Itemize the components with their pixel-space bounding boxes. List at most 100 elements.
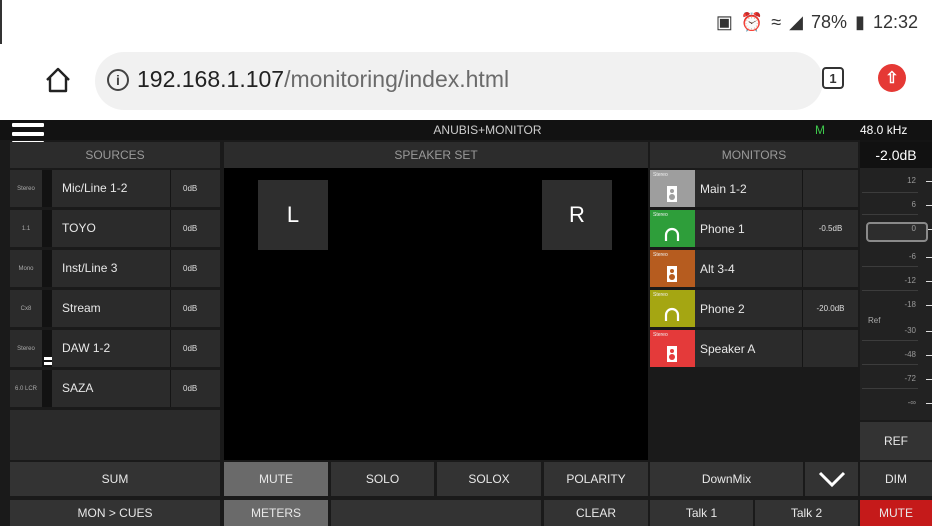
meter-tick: -12 — [904, 276, 916, 285]
monitor-tag: Stereo — [653, 252, 668, 258]
meter-tick: -48 — [904, 350, 916, 359]
battery-icon: ▮ — [855, 12, 865, 32]
source-name: Mic/Line 1-2 — [62, 181, 128, 195]
expand-button[interactable] — [805, 462, 858, 496]
speaker-right-button[interactable]: R — [542, 180, 612, 250]
meter-dash — [926, 379, 932, 380]
main-gain-display: -2.0dB — [860, 142, 932, 168]
source-row[interactable]: Cx8 Stream 0dB — [10, 290, 220, 327]
monitor-row-main[interactable]: Stereo Main 1-2 — [650, 170, 858, 207]
monitor-color-block: Stereo — [650, 290, 695, 327]
url-text[interactable]: 192.168.1.107/monitoring/index.html — [137, 66, 509, 93]
battery-percent: 78% — [811, 12, 848, 32]
monitor-row-phone2[interactable]: Stereo Phone 2 -20.0dB — [650, 290, 858, 327]
clear-button[interactable]: CLEAR — [544, 500, 648, 526]
alarm-icon: ⏰ — [740, 12, 764, 32]
meter-dash — [926, 257, 932, 258]
status-icons: ▣ ⏰ ≈ ◢ 78% ▮ 12:32 — [716, 12, 918, 33]
source-row[interactable]: Stereo Mic/Line 1-2 0dB — [10, 170, 220, 207]
source-fader-track — [42, 250, 52, 287]
source-name: Stream — [62, 301, 101, 315]
sum-button[interactable]: SUM — [10, 462, 220, 496]
monitor-tag: Stereo — [653, 172, 668, 178]
tab-switcher-button[interactable]: 1 — [822, 67, 844, 89]
source-gain[interactable]: 0dB — [170, 370, 220, 407]
source-gain[interactable]: 0dB — [170, 170, 220, 207]
monitor-gain[interactable] — [802, 250, 858, 287]
update-icon[interactable]: ⇧ — [878, 64, 906, 92]
speaker-icon — [667, 346, 677, 362]
meter-line — [862, 364, 918, 365]
monitor-gain[interactable] — [802, 170, 858, 207]
mon-cues-button[interactable]: MON > CUES — [10, 500, 220, 526]
url-path: /monitoring/index.html — [284, 66, 510, 92]
meter-tick: 6 — [911, 200, 916, 209]
meter-line — [862, 290, 918, 291]
browser-toolbar: i 192.168.1.107/monitoring/index.html 1 … — [0, 44, 932, 120]
app-top-bar: ANUBIS+MONITOR M 48.0 kHz — [0, 120, 932, 145]
main-mute-button[interactable]: MUTE — [860, 500, 932, 526]
meter-tick: 12 — [907, 176, 916, 185]
monitor-tag: Stereo — [653, 212, 668, 218]
source-tag: Stereo — [10, 170, 42, 207]
monitor-color-block: Stereo — [650, 250, 695, 287]
source-gain[interactable]: 0dB — [170, 250, 220, 287]
monitor-row-phone1[interactable]: Stereo Phone 1 -0.5dB — [650, 210, 858, 247]
source-tag: Cx8 — [10, 290, 42, 327]
monitor-name: Speaker A — [700, 342, 756, 356]
address-bar[interactable]: i 192.168.1.107/monitoring/index.html — [95, 52, 823, 110]
meter-tick: -30 — [904, 326, 916, 335]
monitors-header: MONITORS — [650, 142, 858, 168]
source-gain[interactable]: 0dB — [170, 210, 220, 247]
level-meter[interactable]: 12 6 0 -6 -12 -18 Ref -30 -48 -72 -∞ — [860, 168, 932, 420]
monitor-tag: Stereo — [653, 292, 668, 298]
wifi-icon: ≈ — [771, 12, 782, 32]
ref-button[interactable]: REF — [860, 422, 932, 460]
solox-button[interactable]: SOLOX — [437, 462, 541, 496]
source-row[interactable]: Mono Inst/Line 3 0dB — [10, 250, 220, 287]
monitor-name: Main 1-2 — [700, 182, 747, 196]
source-tag: 6.0 LCR — [10, 370, 42, 407]
source-tag: 1.1 — [10, 210, 42, 247]
home-icon[interactable] — [44, 66, 72, 94]
meter-tick: -72 — [904, 374, 916, 383]
meters-button[interactable]: METERS — [224, 500, 328, 526]
monitor-row-speaker-a[interactable]: Stereo Speaker A — [650, 330, 858, 367]
monitor-name: Alt 3-4 — [700, 262, 735, 276]
downmix-button[interactable]: DownMix — [650, 462, 803, 496]
source-row[interactable]: 6.0 LCR SAZA 0dB — [10, 370, 220, 407]
meter-ref-mark: Ref — [868, 316, 881, 325]
source-tag: Mono — [10, 250, 42, 287]
meter-dash — [926, 331, 932, 332]
dim-button[interactable]: DIM — [860, 462, 932, 496]
info-icon[interactable]: i — [107, 69, 129, 91]
chevron-down-icon — [818, 471, 845, 487]
status-bar: ▣ ⏰ ≈ ◢ 78% ▮ 12:32 — [0, 0, 932, 110]
meter-tick: -∞ — [907, 398, 916, 407]
polarity-button[interactable]: POLARITY — [544, 462, 648, 496]
source-name: TOYO — [62, 221, 96, 235]
meter-line — [862, 192, 918, 193]
talk1-button[interactable]: Talk 1 — [650, 500, 753, 526]
source-fader-track — [42, 370, 52, 407]
meter-line — [862, 388, 918, 389]
monitor-gain[interactable] — [802, 330, 858, 367]
mute-button[interactable]: MUTE — [224, 462, 328, 496]
monitor-color-block: Stereo — [650, 210, 695, 247]
talk2-button[interactable]: Talk 2 — [755, 500, 858, 526]
empty-button — [331, 500, 541, 526]
monitor-gain[interactable]: -0.5dB — [802, 210, 858, 247]
meter-fader-handle[interactable] — [866, 222, 928, 242]
source-gain[interactable]: 0dB — [170, 290, 220, 327]
monitor-row-alt[interactable]: Stereo Alt 3-4 — [650, 250, 858, 287]
notification-icon: ▣ — [715, 12, 733, 32]
speaker-left-button[interactable]: L — [258, 180, 328, 250]
monitor-gain[interactable]: -20.0dB — [802, 290, 858, 327]
solo-button[interactable]: SOLO — [331, 462, 434, 496]
source-row[interactable]: Stereo DAW 1-2 0dB — [10, 330, 220, 367]
source-row[interactable]: 1.1 TOYO 0dB — [10, 210, 220, 247]
meter-tick: -6 — [908, 252, 916, 261]
source-gain[interactable]: 0dB — [170, 330, 220, 367]
source-fader-handle[interactable] — [44, 357, 52, 367]
meter-line — [862, 266, 918, 267]
